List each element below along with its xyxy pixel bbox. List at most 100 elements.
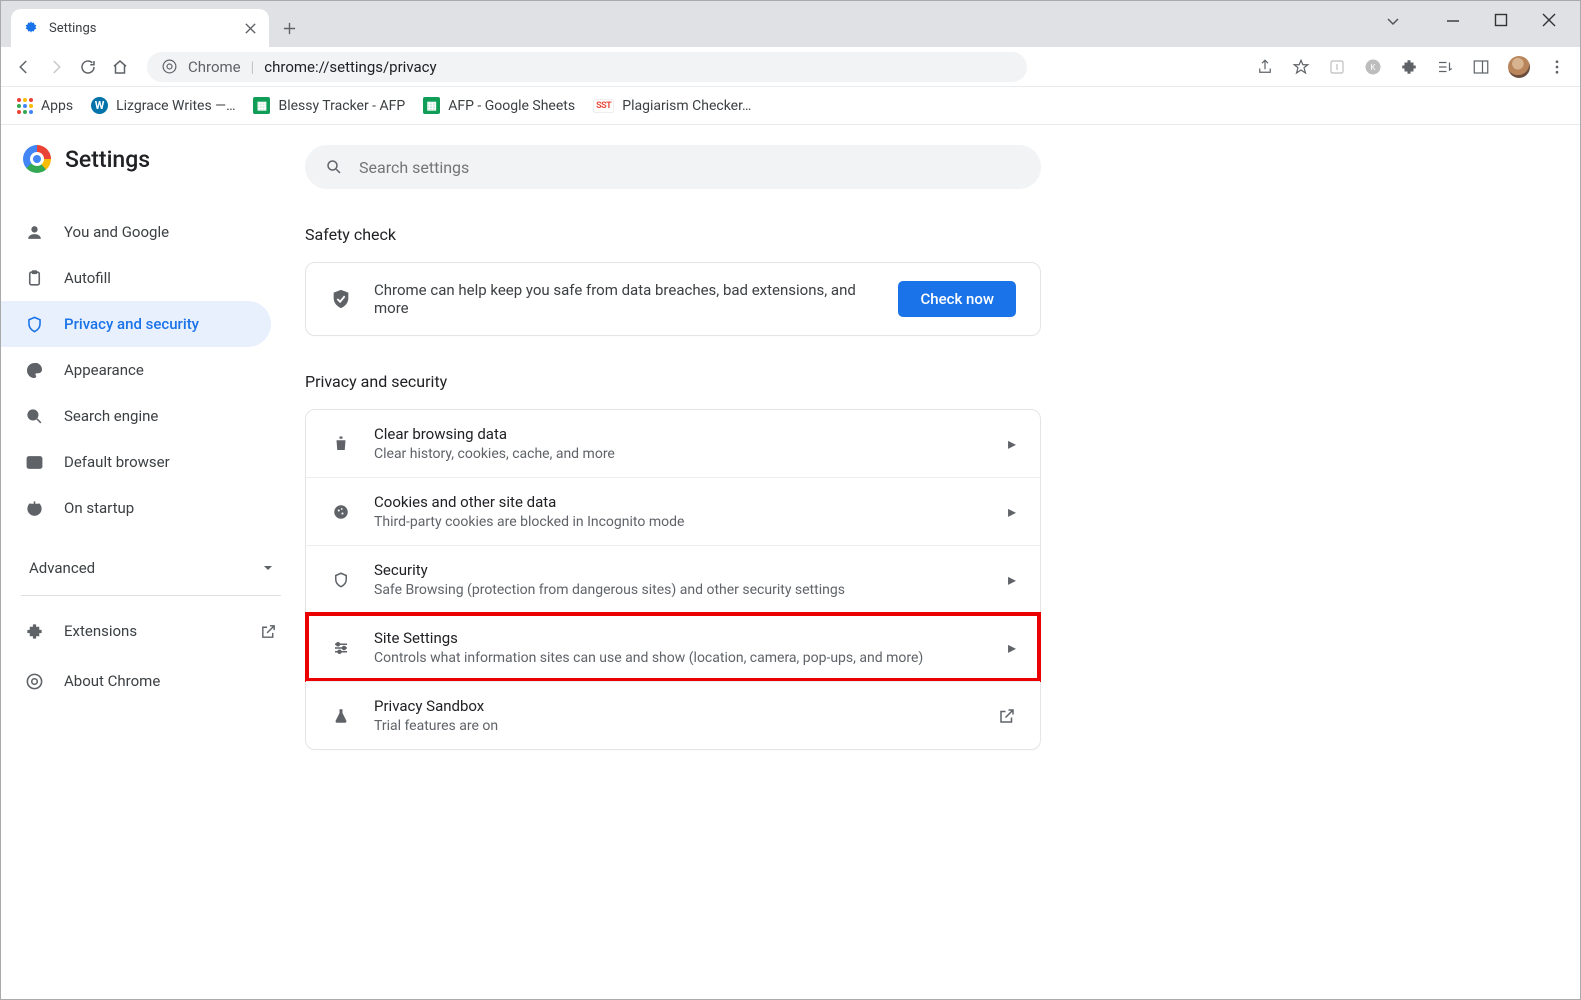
chrome-outline-icon: [25, 672, 44, 691]
sidebar-item-label: You and Google: [64, 223, 169, 241]
row-privacy-sandbox[interactable]: Privacy Sandbox Trial features are on: [306, 681, 1040, 749]
account-k-icon[interactable]: K: [1364, 58, 1382, 76]
readinglist-icon[interactable]: [1328, 58, 1346, 76]
row-subtitle: Trial features are on: [374, 718, 976, 734]
bookmark-item[interactable]: WLizgrace Writes —…: [91, 97, 235, 114]
apps-label: Apps: [41, 98, 73, 114]
app-window: Settings Chrome | chrome://settings/priv…: [0, 0, 1581, 1000]
row-subtitle: Clear history, cookies, cache, and more: [374, 446, 986, 462]
bookmark-label: Plagiarism Checker…: [622, 98, 751, 114]
sidebar-item-label: On startup: [64, 499, 134, 517]
sheets-icon: ▦: [423, 97, 440, 114]
privacy-card: Clear browsing dataClear history, cookie…: [305, 409, 1041, 750]
row-security[interactable]: SecuritySafe Browsing (protection from d…: [306, 545, 1040, 613]
apps-shortcut[interactable]: Apps: [17, 98, 73, 114]
extensions-icon[interactable]: [1400, 58, 1418, 76]
omnibox[interactable]: Chrome | chrome://settings/privacy: [147, 52, 1027, 82]
sidebar-item-about-chrome[interactable]: About Chrome: [1, 656, 301, 706]
bookmark-label: Lizgrace Writes —…: [116, 98, 235, 114]
row-title: Privacy Sandbox: [374, 697, 976, 715]
sidebar-item-label: Appearance: [64, 361, 144, 379]
settings-search[interactable]: [305, 145, 1041, 189]
forward-icon[interactable]: [47, 58, 65, 76]
sidebar-item-on-startup[interactable]: On startup: [1, 485, 271, 531]
titlebar: Settings: [1, 1, 1580, 47]
row-cookies[interactable]: Cookies and other site data Third-party c…: [306, 477, 1040, 545]
sidebar-item-label: About Chrome: [64, 672, 160, 690]
person-icon: [25, 223, 44, 242]
chevron-right-icon: ▸: [1008, 502, 1016, 521]
row-subtitle: Safe Browsing (protection from dangerous…: [374, 582, 986, 598]
search-input[interactable]: [359, 158, 1021, 177]
sidepanel-icon[interactable]: [1472, 58, 1490, 76]
browser-icon: [25, 453, 44, 472]
section-title-privacy: Privacy and security: [305, 372, 1580, 391]
profile-avatar[interactable]: [1508, 56, 1530, 78]
safety-text: Chrome can help keep you safe from data …: [374, 281, 876, 317]
bookmark-item[interactable]: ▦AFP - Google Sheets: [423, 97, 575, 114]
search-icon: [325, 158, 343, 176]
bookmark-item[interactable]: ▦ Blessy Tracker - AFP: [253, 97, 405, 114]
sidebar-advanced-toggle[interactable]: Advanced: [1, 559, 301, 577]
kebab-icon[interactable]: [1548, 58, 1566, 76]
settings-main: Safety check Chrome can help keep you sa…: [301, 125, 1580, 999]
bookmarks-bar: Apps WLizgrace Writes —… ▦ Blessy Tracker…: [1, 87, 1580, 125]
row-title: Cookies and other site data: [374, 493, 986, 511]
row-subtitle: Third-party cookies are blocked in Incog…: [374, 514, 986, 530]
search-icon: [25, 407, 44, 426]
palette-icon: [25, 361, 44, 380]
shield-check-icon: [330, 288, 352, 310]
external-link-icon: [260, 623, 277, 640]
close-icon[interactable]: [1542, 13, 1556, 27]
site-chrome-icon: [161, 58, 178, 75]
star-icon[interactable]: [1292, 58, 1310, 76]
sidebar-item-label: Search engine: [64, 407, 158, 425]
check-now-button[interactable]: Check now: [898, 281, 1016, 317]
safety-check-card: Chrome can help keep you safe from data …: [305, 262, 1041, 336]
cookie-icon: [332, 503, 350, 521]
tabs-dropdown-icon[interactable]: [1386, 14, 1400, 28]
row-clear-browsing-data[interactable]: Clear browsing dataClear history, cookie…: [306, 410, 1040, 477]
omnibox-label: Chrome: [188, 58, 241, 76]
sheets-icon: ▦: [253, 97, 270, 114]
settings-sidebar: Settings You and Google Autofill Privacy…: [1, 125, 301, 999]
maximize-icon[interactable]: [1494, 13, 1508, 27]
sidebar-item-appearance[interactable]: Appearance: [1, 347, 271, 393]
minimize-icon[interactable]: [1446, 13, 1460, 27]
omnibox-divider: |: [251, 58, 255, 76]
sidebar-item-label: Default browser: [64, 453, 170, 471]
new-tab-button[interactable]: [283, 22, 296, 35]
share-icon[interactable]: [1256, 58, 1274, 76]
chevron-right-icon: ▸: [1008, 638, 1016, 657]
tab-title: Settings: [49, 21, 96, 36]
omnibox-url: chrome://settings/privacy: [264, 58, 436, 76]
page-title: Settings: [65, 146, 150, 173]
puzzle-icon: [25, 622, 44, 641]
media-icon[interactable]: [1436, 58, 1454, 76]
sidebar-item-default-browser[interactable]: Default browser: [1, 439, 271, 485]
sidebar-item-extensions[interactable]: Extensions: [1, 606, 301, 656]
sidebar-item-autofill[interactable]: Autofill: [1, 255, 271, 301]
row-site-settings[interactable]: Site SettingsControls what information s…: [306, 613, 1040, 681]
clipboard-icon: [25, 269, 44, 288]
section-title-safety: Safety check: [305, 225, 1580, 244]
sidebar-item-search-engine[interactable]: Search engine: [1, 393, 271, 439]
sidebar-item-privacy-and-security[interactable]: Privacy and security: [1, 301, 271, 347]
chrome-logo-icon: [23, 145, 51, 173]
sidebar-item-you-and-google[interactable]: You and Google: [1, 209, 271, 255]
sst-icon: SST: [593, 99, 614, 113]
gear-icon: [23, 20, 39, 36]
chevron-down-icon: [263, 563, 273, 573]
divider: [21, 595, 281, 596]
shield-icon: [25, 315, 44, 334]
home-icon[interactable]: [111, 58, 129, 76]
close-tab-button[interactable]: [244, 22, 257, 35]
settings-header: Settings: [1, 145, 301, 173]
back-icon[interactable]: [15, 58, 33, 76]
advanced-label: Advanced: [29, 559, 95, 577]
reload-icon[interactable]: [79, 58, 97, 76]
external-link-icon: [998, 707, 1016, 725]
browser-tab[interactable]: Settings: [11, 9, 269, 47]
bookmark-label: Blessy Tracker - AFP: [278, 98, 405, 114]
bookmark-item[interactable]: SST Plagiarism Checker…: [593, 98, 751, 114]
